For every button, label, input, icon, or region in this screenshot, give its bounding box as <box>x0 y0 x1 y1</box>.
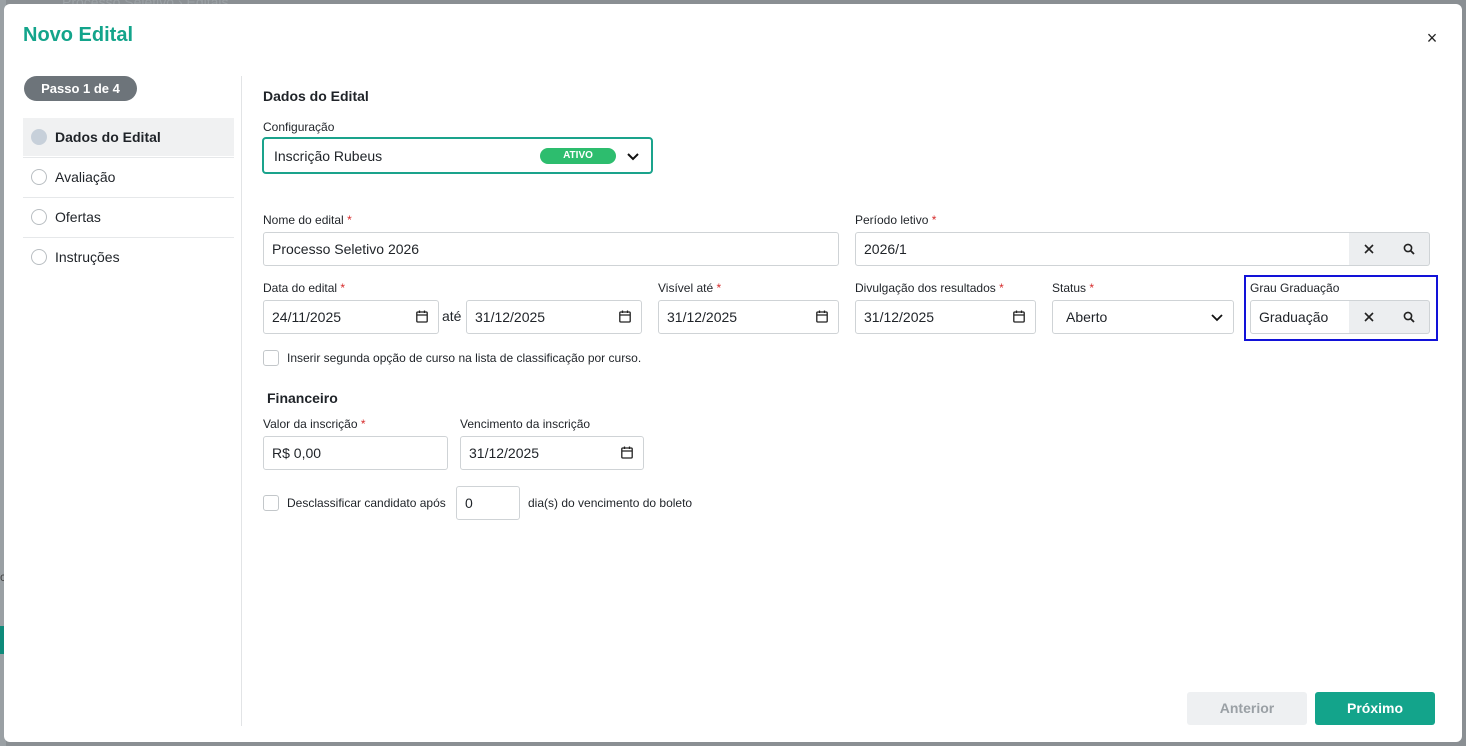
vencimento-label: Vencimento da inscrição <box>460 417 591 431</box>
clear-button[interactable] <box>1349 233 1389 265</box>
step-label: Ofertas <box>55 209 101 225</box>
data-edital-input[interactable]: 24/11/2025 <box>263 300 439 334</box>
calendar-icon[interactable] <box>816 310 828 323</box>
calendar-icon[interactable] <box>416 310 428 323</box>
step-dot-icon <box>31 169 47 185</box>
stepper-sidebar: Passo 1 de 4 Dados do Edital Avaliação O… <box>22 76 242 726</box>
visivel-ate-label: Visível até * <box>658 281 722 295</box>
search-icon <box>1403 243 1415 255</box>
search-button[interactable] <box>1389 301 1429 333</box>
nome-edital-label: Nome do edital * <box>263 213 352 227</box>
step-dot-icon <box>31 249 47 265</box>
visivel-ate-input[interactable]: 31/12/2025 <box>658 300 839 334</box>
step-dot-icon <box>31 209 47 225</box>
clear-icon <box>1364 244 1374 254</box>
status-badge: ATIVO <box>540 148 616 164</box>
next-button[interactable]: Próximo <box>1315 692 1435 725</box>
periodo-letivo-input[interactable]: 2026/1 <box>855 232 1350 266</box>
dias-input[interactable]: 0 <box>456 486 520 520</box>
desclassificar-checkbox[interactable] <box>263 495 279 511</box>
periodo-letivo-label: Período letivo * <box>855 213 937 227</box>
step-dados-do-edital[interactable]: Dados do Edital <box>23 118 234 156</box>
step-label: Instruções <box>55 249 120 265</box>
nome-edital-input[interactable]: Processo Seletivo 2026 <box>263 232 839 266</box>
configuracao-value: Inscrição Rubeus <box>274 147 383 164</box>
desclassificar-label: Desclassificar candidato após <box>287 496 446 510</box>
status-select[interactable]: Aberto <box>1052 300 1234 334</box>
divulgacao-input[interactable]: 31/12/2025 <box>855 300 1036 334</box>
section-title: Dados do Edital <box>263 88 369 104</box>
periodo-letivo-actions <box>1349 232 1430 266</box>
step-instrucoes[interactable]: Instruções <box>23 238 234 276</box>
grau-graduacao-label: Grau Graduação <box>1250 281 1340 295</box>
clear-icon <box>1364 312 1374 322</box>
segunda-opcao-checkbox[interactable] <box>263 350 279 366</box>
desclassificar-suffix-label: dia(s) do vencimento do boleto <box>528 496 693 510</box>
search-icon <box>1403 311 1415 323</box>
vencimento-input[interactable]: 31/12/2025 <box>460 436 644 470</box>
clear-button[interactable] <box>1349 301 1389 333</box>
financeiro-title: Financeiro <box>267 390 338 406</box>
status-label: Status * <box>1052 281 1095 295</box>
close-icon[interactable]: × <box>1422 28 1442 48</box>
search-button[interactable] <box>1389 233 1429 265</box>
configuracao-label: Configuração <box>263 120 335 134</box>
calendar-icon[interactable] <box>1013 310 1025 323</box>
previous-button[interactable]: Anterior <box>1187 692 1307 725</box>
divulgacao-label: Divulgação dos resultados * <box>855 281 1004 295</box>
step-ofertas[interactable]: Ofertas <box>23 198 234 236</box>
valor-inscricao-label: Valor da inscrição * <box>263 417 366 431</box>
step-label: Dados do Edital <box>55 129 161 145</box>
data-edital-label: Data do edital * <box>263 281 346 295</box>
step-indicator-badge: Passo 1 de 4 <box>24 76 137 101</box>
data-edital-fim-input[interactable]: 31/12/2025 <box>466 300 642 334</box>
valor-inscricao-input[interactable]: R$ 0,00 <box>263 436 448 470</box>
chevron-down-icon <box>1211 314 1223 322</box>
step-dot-icon <box>31 129 47 145</box>
configuracao-select[interactable]: Inscrição Rubeus ATIVO <box>262 137 653 174</box>
step-avaliacao[interactable]: Avaliação <box>23 158 234 196</box>
ate-label: até <box>442 308 462 324</box>
grau-graduacao-actions <box>1349 300 1430 334</box>
calendar-icon[interactable] <box>621 446 633 459</box>
new-edital-modal: Novo Edital × Passo 1 de 4 Dados do Edit… <box>4 4 1462 742</box>
segunda-opcao-label: Inserir segunda opção de curso na lista … <box>287 351 642 365</box>
calendar-icon[interactable] <box>619 310 631 323</box>
grau-graduacao-input[interactable]: Graduação <box>1250 300 1350 334</box>
step-label: Avaliação <box>55 169 116 185</box>
chevron-down-icon <box>627 153 639 161</box>
modal-title: Novo Edital <box>23 24 134 46</box>
